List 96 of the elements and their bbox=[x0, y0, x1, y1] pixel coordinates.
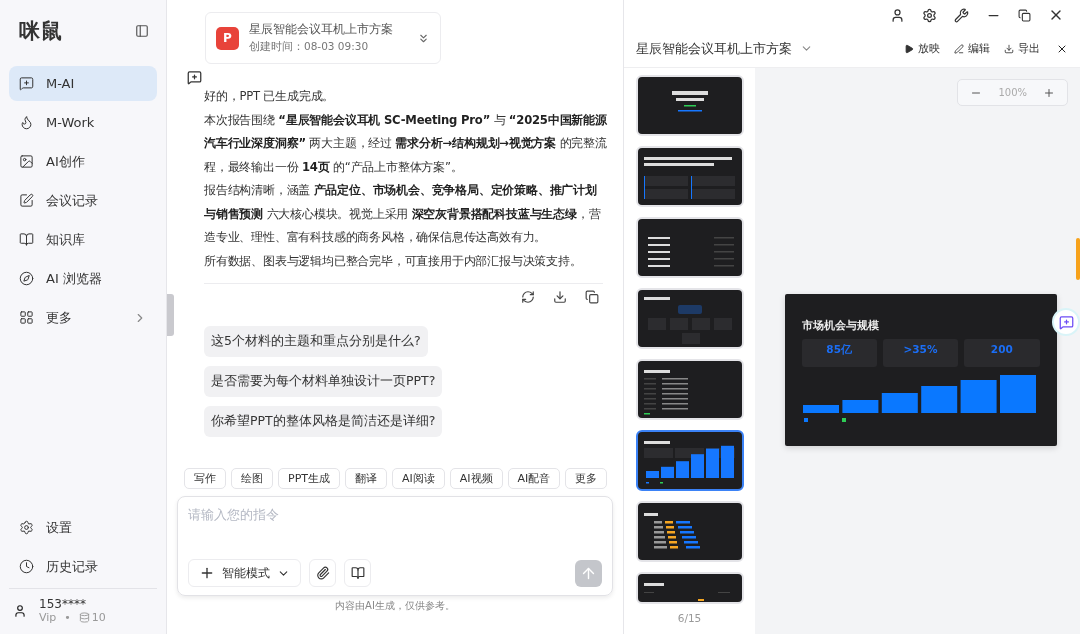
knowledge-button[interactable] bbox=[344, 559, 371, 587]
grid-icon bbox=[19, 310, 34, 325]
nav-item[interactable]: M-AI bbox=[9, 66, 157, 101]
file-card[interactable]: P 星辰智能会议耳机上市方案 创建时间：08-03 09:30 bbox=[205, 12, 441, 64]
compass-icon bbox=[19, 271, 34, 286]
settings-icon[interactable] bbox=[922, 7, 937, 23]
stat-value: 200 bbox=[990, 343, 1013, 357]
mode-dropdown[interactable]: 智能模式 bbox=[188, 559, 301, 587]
nav-item[interactable]: AI创作 bbox=[9, 144, 157, 179]
download-icon bbox=[1004, 43, 1014, 54]
panel-handle[interactable] bbox=[167, 294, 174, 336]
nav-item[interactable]: 知识库 bbox=[9, 222, 157, 257]
tool-chip[interactable]: PPT生成 bbox=[278, 468, 340, 489]
file-date: 创建时间：08-03 09:30 bbox=[249, 40, 370, 54]
nav-label: M-Work bbox=[46, 115, 96, 130]
nav-item[interactable]: 更多 bbox=[9, 300, 157, 335]
prompt-box[interactable]: 请输入您的指令 智能模式 bbox=[177, 496, 613, 596]
stat-value: >35% bbox=[903, 343, 938, 357]
settings-icon bbox=[19, 520, 34, 535]
reply-paragraph: 所有数据、图表与逻辑均已整合完毕，可直接用于内部汇报与决策支持。 bbox=[204, 252, 583, 270]
nav-item[interactable]: 会议记录 bbox=[9, 183, 157, 218]
user-tier-label: Vip bbox=[39, 611, 57, 624]
ppt-file-icon: P bbox=[216, 26, 239, 50]
legend-swatch bbox=[841, 418, 846, 422]
slide-title: 市场机会与规模 bbox=[801, 319, 880, 333]
stat-value: 85亿 bbox=[826, 343, 852, 357]
chat-plus-icon bbox=[1058, 314, 1074, 330]
presentation-title[interactable]: 星辰智能会议耳机上市方案 bbox=[636, 39, 792, 58]
tool-chip[interactable]: AI视频 bbox=[449, 468, 503, 489]
tool-chip[interactable]: 写作 bbox=[184, 468, 226, 489]
nav-label: AI 浏览器 bbox=[46, 269, 103, 288]
nav-label: M-AI bbox=[46, 76, 76, 91]
mode-icon bbox=[199, 565, 215, 581]
coin-icon bbox=[78, 612, 90, 623]
sidebar-toggle-icon[interactable] bbox=[135, 24, 149, 38]
disclaimer: 内容由AI生成，仅供参考。 bbox=[335, 599, 455, 613]
suggested-question[interactable]: 是否需要为每个材料单独设计一页PPT? bbox=[204, 366, 443, 397]
chart-bar bbox=[960, 380, 997, 413]
edit-icon bbox=[19, 193, 34, 208]
chat-plus-icon bbox=[19, 76, 34, 91]
book-icon bbox=[19, 232, 34, 247]
nav-label: 设置 bbox=[46, 518, 73, 537]
nav-item[interactable]: AI 浏览器 bbox=[9, 261, 157, 296]
flame-icon bbox=[19, 115, 34, 130]
reply-paragraph: 本次报告围绕 “星辰智能会议耳机 SC-Meeting Pro” 与 “2025中国新能源汽车行业深度洞察” 两大主题，经过 需求分析→结构规划→视觉方案 的完整流程，最终输出一份 14页 的“产品上市整体方案”。 bbox=[204, 111, 607, 176]
wrench-icon[interactable] bbox=[954, 7, 969, 23]
credit-count: 10 bbox=[91, 611, 106, 624]
message-plus-icon[interactable] bbox=[187, 70, 202, 85]
user-name: 153**** bbox=[39, 597, 87, 611]
plus-icon[interactable] bbox=[1043, 86, 1055, 99]
slide-thumbnail[interactable] bbox=[635, 430, 744, 491]
tool-chip[interactable]: AI阅读 bbox=[392, 468, 445, 489]
reply-paragraph: 报告结构清晰，涵盖 产品定位、市场机会、竞争格局、定价策略、推广计划与销售预测 六大核心模块。视觉上采用 深空灰背景搭配科技蓝与生态绿，营造专业、理性、富有科技感的商务风格，确保信息传达高效有力。 bbox=[204, 182, 602, 246]
nav-label: 会议记录 bbox=[46, 191, 99, 210]
app-logo: 咪鼠 bbox=[19, 18, 63, 45]
chart-bar bbox=[841, 400, 878, 413]
file-title: 星辰智能会议耳机上市方案 bbox=[249, 22, 394, 37]
refresh-icon[interactable] bbox=[521, 290, 535, 304]
toolbar-button[interactable]: 编辑 bbox=[954, 41, 990, 56]
suggested-question[interactable]: 这5个材料的主题和重点分别是什么? bbox=[204, 326, 428, 357]
nav-item[interactable]: 历史记录 bbox=[9, 549, 157, 584]
play-icon bbox=[904, 43, 914, 54]
chart-bar bbox=[881, 393, 918, 413]
clock-icon bbox=[19, 559, 34, 574]
page-indicator: 6/15 bbox=[677, 611, 702, 624]
tool-chip[interactable]: 更多 bbox=[565, 468, 608, 489]
nav-label: AI创作 bbox=[46, 152, 86, 171]
tool-chip[interactable]: AI配音 bbox=[507, 468, 561, 489]
nav-item[interactable]: 设置 bbox=[9, 510, 157, 545]
nav-label: 历史记录 bbox=[46, 557, 99, 576]
reply-paragraph: 好的，PPT 已生成完成。 bbox=[204, 88, 336, 105]
book-icon bbox=[350, 566, 365, 580]
legend-swatch bbox=[803, 418, 808, 422]
chart-bar bbox=[802, 405, 839, 413]
copy-icon[interactable] bbox=[585, 290, 599, 304]
restore-icon[interactable] bbox=[1018, 8, 1031, 22]
pen-icon bbox=[954, 43, 964, 54]
suggested-question[interactable]: 你希望PPT的整体风格是简洁还是详细? bbox=[204, 406, 443, 437]
separator-dot: • bbox=[64, 611, 71, 624]
nav-item[interactable]: M-Work bbox=[9, 105, 157, 140]
tool-chip[interactable]: 绘图 bbox=[231, 468, 273, 489]
user-icon bbox=[13, 603, 27, 618]
toolbar-button[interactable]: 放映 bbox=[904, 41, 940, 56]
image-icon bbox=[19, 154, 34, 169]
user-icon[interactable] bbox=[890, 7, 905, 23]
tool-chip[interactable]: 翻译 bbox=[345, 468, 387, 489]
chart-bar bbox=[920, 386, 957, 413]
zoom-value: 100% bbox=[998, 87, 1027, 98]
attach-button[interactable] bbox=[309, 559, 336, 587]
ai-assistant-button[interactable] bbox=[1052, 308, 1080, 336]
paperclip-icon bbox=[315, 566, 330, 580]
nav-label: 更多 bbox=[46, 308, 73, 327]
download-icon[interactable] bbox=[553, 290, 567, 304]
nav-label: 知识库 bbox=[46, 230, 86, 249]
toolbar-button[interactable]: 导出 bbox=[1004, 41, 1040, 56]
chart-bar bbox=[999, 375, 1036, 413]
